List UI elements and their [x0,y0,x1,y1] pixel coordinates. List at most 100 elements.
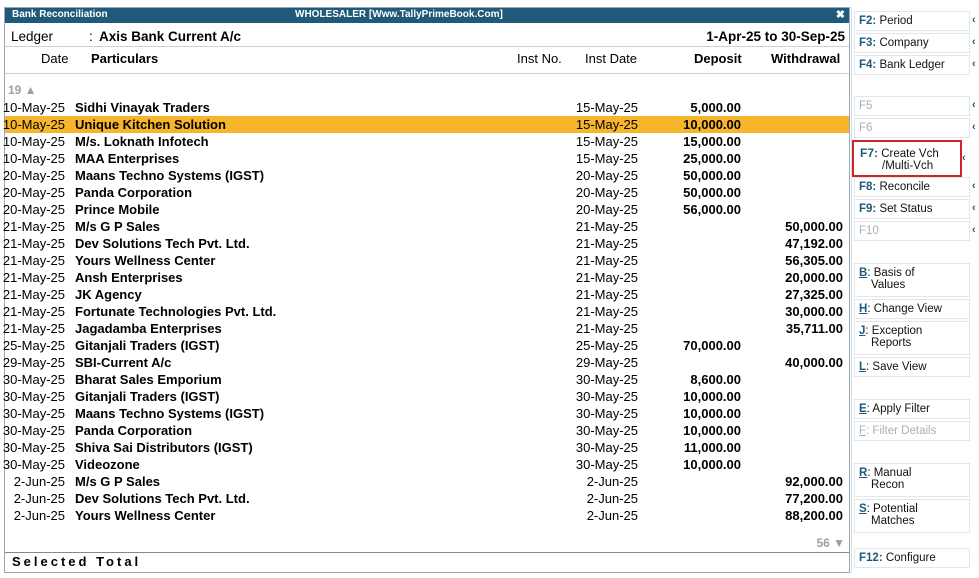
manual-recon-button[interactable]: R: Manual Recon [854,463,970,497]
f7-create-vch-button[interactable]: F7: Create Vch/Multi-Vch [852,140,962,177]
f6-key: F6 [859,122,873,134]
row-withdrawal: 40,000.00 [785,355,843,370]
row-date: 21-May-25 [2,321,65,336]
table-row[interactable]: 21-May-25 Dev Solutions Tech Pvt. Ltd. 21-… [3,235,849,252]
s-label-line2: Matches [871,515,915,527]
row-deposit: 70,000.00 [683,338,741,353]
col-header-particulars: Particulars [91,51,159,66]
row-inst-date: 21-May-25 [575,236,638,251]
table-row[interactable]: 10-May-25 Unique Kitchen Solution 15-May-2… [3,116,849,133]
basis-of-values-button[interactable]: B: Basis of Values [854,263,970,297]
ledger-colon: : [89,29,93,44]
table-row[interactable]: 20-May-25 Maans Techno Systems (IGST) 20-M… [3,167,849,184]
e-label: : Apply Filter [866,403,930,415]
f4-key: F4: [859,59,877,71]
row-withdrawal: 50,000.00 [785,219,843,234]
row-date: 10-May-25 [2,134,65,149]
f4-label: Bank Ledger [879,59,945,71]
potential-matches-button[interactable]: S: Potential Matches [854,499,970,533]
row-inst-date: 21-May-25 [575,219,638,234]
table-row[interactable]: 21-May-25 Jagadamba Enterprises 21-May-25 3… [2,320,849,337]
table-row[interactable]: 2-Jun-25 Yours Wellness Center 2-Jun-25 88,… [5,507,849,524]
ledger-name[interactable]: Axis Bank Current A/c [99,29,241,44]
row-inst-date: 15-May-25 [575,117,638,132]
row-particulars: Jagadamba Enterprises [75,321,222,336]
row-deposit: 50,000.00 [683,185,741,200]
row-inst-date: 2-Jun-25 [586,474,638,489]
f9-set-status-button[interactable]: F9: Set Status [854,199,970,219]
save-view-button[interactable]: L: Save View [854,357,970,377]
row-date: 2-Jun-25 [13,508,65,523]
f-label: : Filter Details [866,425,937,437]
f2-period-button[interactable]: F2: Period [854,11,970,31]
f12-configure-button[interactable]: F12: Configure [854,548,970,568]
row-inst-date: 21-May-25 [575,287,638,302]
row-date: 25-May-25 [2,338,65,353]
row-particulars: Videozone [75,457,140,472]
row-inst-date: 21-May-25 [575,253,638,268]
col-header-withdrawal: Withdrawal [771,51,841,66]
table-row[interactable]: 21-May-25 M/s G P Sales 21-May-25 50,000.00 [2,218,849,235]
table-row[interactable]: 30-May-25 Bharat Sales Emporium 30-May-25 8… [2,371,849,388]
f9-key: F9: [859,203,877,215]
f8-reconcile-button[interactable]: F8: Reconcile [854,177,970,197]
s-key: S [859,503,867,515]
table-row[interactable]: 30-May-25 Shiva Sai Distributors (IGST) 30… [3,439,849,456]
table-row[interactable]: 30-May-25 Gitanjali Traders (IGST) 30-May-… [3,388,849,405]
row-particulars: Gitanjali Traders (IGST) [75,338,220,353]
f6-button[interactable]: F6 [854,118,970,138]
f8-label: Reconcile [879,181,930,193]
row-deposit: 8,600.00 [690,372,741,387]
table-row[interactable]: 2-Jun-25 M/s G P Sales 2-Jun-25 92,000.00 [5,473,849,490]
table-row[interactable]: 25-May-25 Gitanjali Traders (IGST) 25-May-… [2,337,849,354]
close-icon[interactable]: ✖ [836,8,845,21]
table-row[interactable]: 21-May-25 JK Agency 21-May-25 27,325.00 [3,286,849,303]
row-particulars: M/s G P Sales [75,474,161,489]
row-inst-date: 15-May-25 [575,151,638,166]
row-deposit: 50,000.00 [683,168,741,183]
l-label: : Save View [866,361,927,373]
ledger-label: Ledger [11,29,54,44]
row-date: 30-May-25 [2,457,65,472]
exception-reports-button[interactable]: J: Exception Reports [854,321,970,355]
table-row[interactable]: 2-Jun-25 Dev Solutions Tech Pvt. Ltd. 2-Ju… [5,490,849,507]
row-particulars: M/s G P Sales [75,219,161,234]
table-row[interactable]: 30-May-25 Panda Corporation 30-May-25 10,00… [2,422,849,439]
apply-filter-button[interactable]: E: Apply Filter [854,399,970,419]
filter-details-button[interactable]: F: Filter Details [854,421,970,441]
row-date: 30-May-25 [2,372,65,387]
f5-button[interactable]: F5 [854,96,970,116]
row-deposit: 10,000.00 [683,423,741,438]
row-date: 21-May-25 [2,219,65,234]
table-row[interactable]: 30-May-25 Videozone 30-May-25 10,000.00 [2,456,849,473]
row-particulars: JK Agency [75,287,142,302]
table-row[interactable]: 21-May-25 Fortunate Technologies Pvt. Ltd… [3,303,849,320]
row-date: 30-May-25 [2,423,65,438]
table-row[interactable]: 29-May-25 SBI-Current A/c 29-May-25 40,000.… [3,354,849,371]
f3-company-button[interactable]: F3: Company [854,33,970,53]
f8-key: F8: [859,181,877,193]
row-inst-date: 2-Jun-25 [586,491,638,506]
f4-bank-ledger-button[interactable]: F4: Bank Ledger [854,55,970,75]
f9-chevron-icon: ‹ [972,202,976,214]
col-header-date: Date [41,51,69,66]
table-row[interactable]: 10-May-25 MAA Enterprises 15-May-25 25,000.… [3,150,849,167]
table-row[interactable]: 21-May-25 Ansh Enterprises 21-May-25 20,000… [3,269,849,286]
table-row[interactable]: 21-May-25 Yours Wellness Center 21-May-25 5… [3,252,849,269]
table-row[interactable]: 30-May-25 Maans Techno Systems (IGST) 30-M… [3,405,849,422]
table-row[interactable]: 20-May-25 Panda Corporation 20-May-25 50,00… [3,184,849,201]
row-inst-date: 21-May-25 [575,270,638,285]
f2-key: F2: [859,15,877,27]
f7-key: F7: [860,146,878,160]
table-row[interactable]: 10-May-25 Sidhi Vinayak Traders 15-May-25 5… [3,99,849,116]
r-label-line2: Recon [871,479,905,491]
f12-label: Configure [885,552,936,564]
row-date: 2-Jun-25 [13,491,65,506]
f7-label-line1: Create Vch [881,148,939,160]
h-label: : Change View [867,303,942,315]
f10-button[interactable]: F10 [854,221,970,241]
row-inst-date: 21-May-25 [575,304,638,319]
change-view-button[interactable]: H: Change View [854,299,970,319]
table-row[interactable]: 20-May-25 Prince Mobile 20-May-25 56,000.00 [3,201,849,218]
table-row[interactable]: 10-May-25 M/s. Loknath Infotech 15-May-25 1… [2,133,849,150]
